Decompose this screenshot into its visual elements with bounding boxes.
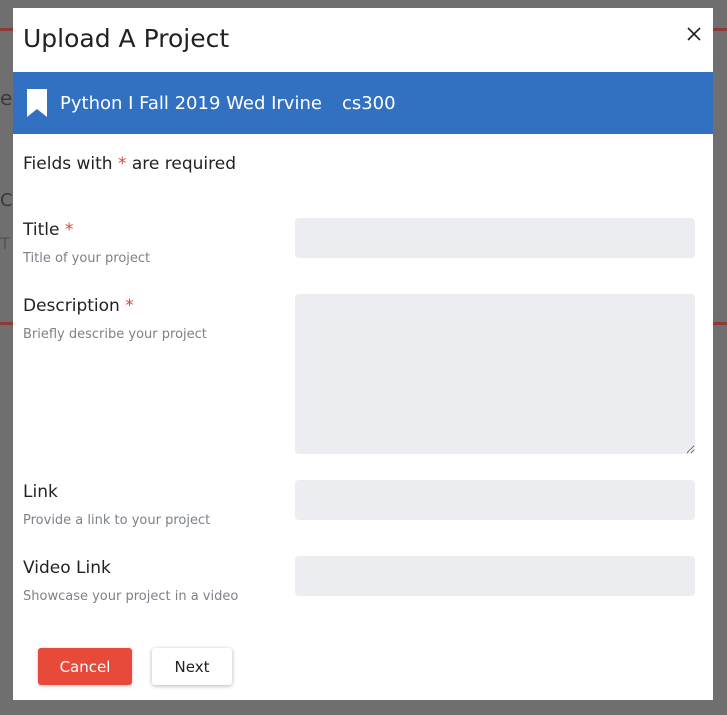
- description-label: Description *: [23, 296, 134, 316]
- upload-project-modal: Upload A Project Python I Fall 2019 Wed …: [13, 8, 713, 700]
- video-link-help: Showcase your project in a video: [23, 589, 239, 604]
- link-label: Link: [23, 482, 58, 502]
- background-text-fragment: T: [0, 234, 10, 253]
- title-help: Title of your project: [23, 251, 151, 266]
- required-star: *: [117, 154, 127, 174]
- next-button[interactable]: Next: [152, 648, 232, 685]
- close-icon: [687, 27, 701, 41]
- required-note-suffix: are required: [131, 154, 237, 174]
- link-help: Provide a link to your project: [23, 513, 211, 528]
- description-help: Briefly describe your project: [23, 327, 207, 342]
- course-code: cs300: [341, 92, 396, 114]
- description-textarea[interactable]: [295, 294, 695, 454]
- required-star: *: [64, 220, 74, 240]
- required-note-prefix: Fields with: [23, 154, 113, 174]
- bookmark-icon: [27, 89, 47, 117]
- modal-title: Upload A Project: [23, 24, 230, 53]
- cancel-button[interactable]: Cancel: [38, 648, 132, 685]
- video-link-label: Video Link: [23, 558, 111, 578]
- title-input[interactable]: [295, 218, 695, 258]
- close-button[interactable]: [678, 18, 710, 50]
- link-input[interactable]: [295, 480, 695, 520]
- background-text-fragment: e: [0, 86, 13, 110]
- course-name: Python I Fall 2019 Wed Irvine: [60, 92, 322, 114]
- background-text-fragment: C: [0, 190, 13, 211]
- title-label: Title *: [23, 220, 73, 240]
- title-label-text: Title: [23, 220, 60, 240]
- description-label-text: Description: [23, 296, 120, 316]
- video-link-input[interactable]: [295, 556, 695, 596]
- course-banner: Python I Fall 2019 Wed Irvine cs300: [13, 72, 713, 134]
- required-fields-note: Fields with * are required: [23, 154, 236, 174]
- required-star: *: [125, 296, 134, 316]
